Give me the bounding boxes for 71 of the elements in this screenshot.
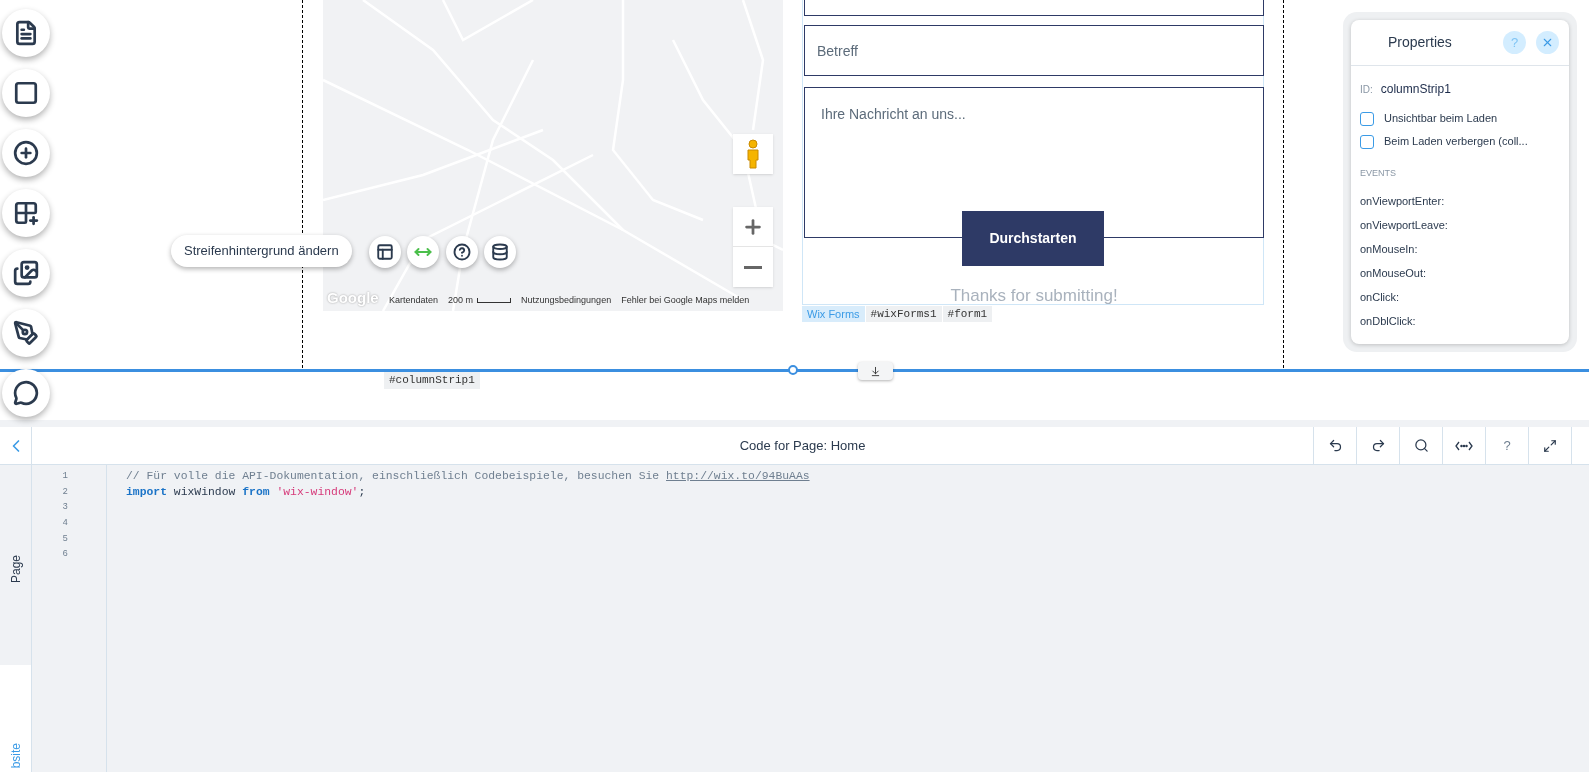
tool-rail-button[interactable] xyxy=(2,69,50,117)
chat-bubble-icon xyxy=(13,380,39,406)
tool-rail-button[interactable] xyxy=(2,369,50,417)
line-number: 6 xyxy=(62,548,68,562)
database-icon xyxy=(491,243,509,261)
code-token: 'wix-window' xyxy=(276,485,359,498)
event-label: onMouseOut: xyxy=(1360,265,1428,281)
submit-button[interactable]: Durchstarten xyxy=(962,211,1104,266)
scale-label: 200 m xyxy=(448,294,474,307)
checkbox[interactable] xyxy=(1360,134,1374,149)
code-token: // Für volle die API-Dokumentation, einschließlich Codebeispiele, besuchen Sie xyxy=(126,470,661,482)
search-icon xyxy=(1413,438,1429,453)
events-heading: EVENTS xyxy=(1360,167,1397,180)
checkbox[interactable] xyxy=(1360,111,1374,126)
report-link[interactable]: Fehler bei Google Maps melden xyxy=(621,294,750,308)
document-icon xyxy=(13,20,39,46)
event-label: onMouseIn: xyxy=(1360,241,1419,257)
event-label: onViewportLeave: xyxy=(1360,217,1449,233)
code-token: wixWindow xyxy=(172,485,237,498)
event-label: onClick: xyxy=(1360,289,1401,305)
checkbox-label: Beim Laden verbergen (coll... xyxy=(1384,134,1528,150)
change-background-button[interactable]: Streifenhintergrund ändern xyxy=(171,235,352,267)
checkbox-label: Unsichtbar beim Laden xyxy=(1384,111,1498,127)
component-id-tag: #form1 xyxy=(941,306,993,322)
tool-rail-button[interactable] xyxy=(2,189,50,237)
strip-id-tag: #columnStrip1 xyxy=(384,372,480,389)
square-icon xyxy=(13,80,39,106)
undo-icon xyxy=(1327,438,1343,453)
layout-icon xyxy=(376,243,394,261)
close-icon xyxy=(1541,36,1554,49)
line-number: 1 xyxy=(62,470,68,483)
line-number: 5 xyxy=(62,532,68,546)
code-token: from xyxy=(242,485,271,498)
code-link[interactable]: http://wix.to/94BuAAs xyxy=(666,470,810,482)
id-label: ID: xyxy=(1360,82,1373,97)
event-label: onDblClick: xyxy=(1360,313,1417,329)
maximize-icon xyxy=(1543,438,1557,453)
text-field[interactable]: Betreff xyxy=(804,25,1264,76)
code-brackets-icon xyxy=(1455,440,1473,451)
tool-rail-button[interactable] xyxy=(2,129,50,177)
tool-rail-button[interactable] xyxy=(2,9,50,57)
success-message: Thanks for submitting! xyxy=(949,285,1119,307)
images-icon xyxy=(13,260,39,286)
stretch-button[interactable] xyxy=(858,362,893,380)
component-id-tag: #wixForms1 xyxy=(864,306,942,322)
pen-nib-icon xyxy=(13,320,39,346)
close-button[interactable] xyxy=(1536,31,1559,54)
download-arrow-icon xyxy=(870,365,881,377)
tool-rail-button[interactable] xyxy=(2,309,50,357)
code-token: ; xyxy=(358,485,366,498)
line-number: 4 xyxy=(62,517,68,531)
terms-link[interactable]: Nutzungsbedingungen xyxy=(521,294,612,308)
line-number: 2 xyxy=(62,485,68,499)
grid-plus-icon xyxy=(13,200,39,226)
panel-title: Properties xyxy=(1388,33,1453,52)
event-label: onViewportEnter: xyxy=(1360,193,1446,209)
redo-icon xyxy=(1370,438,1386,453)
help-button[interactable]: ? xyxy=(1485,427,1528,464)
map-data-link[interactable]: Kartendaten xyxy=(389,294,439,308)
line-number: 3 xyxy=(62,501,68,515)
code-token: import xyxy=(126,485,167,498)
component-type-tag: Wix Forms xyxy=(802,306,865,322)
resize-handle[interactable] xyxy=(788,365,798,375)
minus-icon xyxy=(744,265,762,269)
code-panel-title: Code for Page: Home xyxy=(739,436,866,455)
element-id: columnStrip1 xyxy=(1380,81,1451,98)
plus-circle-icon xyxy=(13,140,39,166)
scale-bar xyxy=(477,298,512,304)
person-icon xyxy=(745,139,761,169)
tool-rail-button[interactable] xyxy=(2,249,50,297)
help-icon xyxy=(453,243,471,261)
